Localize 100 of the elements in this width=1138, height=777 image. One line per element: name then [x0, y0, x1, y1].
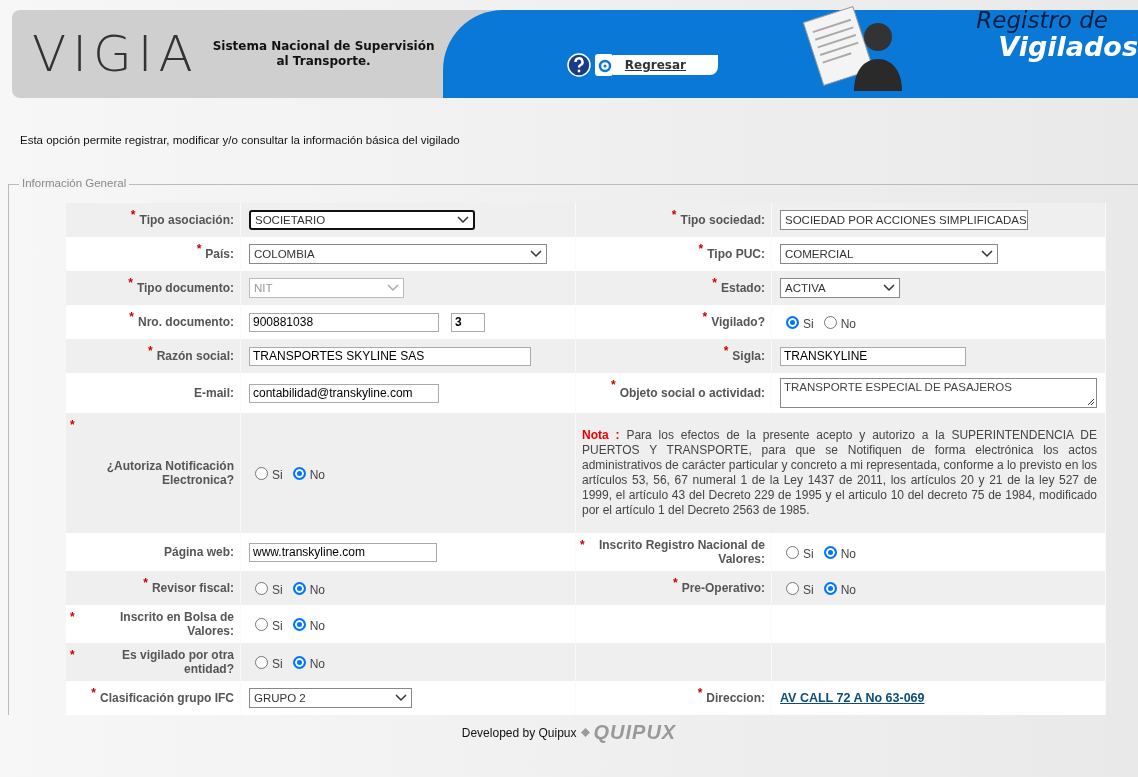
spiral-icon: [594, 54, 613, 76]
radio-button[interactable]: [823, 545, 837, 559]
text-field[interactable]: contabilidad@transkyline.com: [249, 383, 439, 403]
resize-grip-icon: [1087, 398, 1095, 406]
field-label: Es vigilado por otra entidad?: [120, 648, 234, 676]
field-label: Objeto social o actividad:: [619, 386, 765, 400]
required-mark: *: [712, 276, 717, 290]
radio-button[interactable]: [292, 617, 306, 631]
dropdown[interactable]: COLOMBIA: [249, 244, 547, 264]
required-mark: *: [697, 686, 703, 700]
radio-label: Si: [803, 546, 814, 561]
field-label: Revisor fiscal:: [151, 581, 234, 595]
field-label: Tipo PUC:: [707, 247, 765, 261]
field-label: País:: [205, 247, 234, 261]
required-mark: *: [129, 310, 134, 324]
field-label: Vigilado?: [711, 315, 765, 329]
required-mark: *: [143, 576, 148, 590]
section-legend: Información General: [19, 177, 130, 189]
description-text: Esta opción permite registrar, modificar y/o consultar la información básica del vigilado: [20, 134, 461, 146]
dropdown[interactable]: SOCIEDAD POR ACCIONES SIMPLIFICADAS: [780, 210, 1028, 230]
field-label: Direccion:: [706, 691, 765, 705]
help-icon[interactable]: [566, 53, 591, 77]
radio-button[interactable]: [786, 545, 799, 559]
required-mark: *: [196, 242, 202, 256]
required-mark: *: [70, 648, 75, 662]
chevron-down-icon: [395, 694, 407, 702]
radio-label: No: [840, 316, 856, 331]
field-label: Razón social:: [156, 349, 234, 363]
dropdown[interactable]: COMERCIAL: [780, 244, 998, 264]
required-mark: *: [610, 378, 616, 392]
required-mark: *: [70, 610, 75, 624]
text-field[interactable]: TRANSKYLINE: [780, 346, 966, 366]
text-field[interactable]: 900881038: [249, 312, 439, 332]
field-label: Inscrito Registro Nacional de Valores:: [597, 538, 765, 566]
chevron-down-icon: [457, 216, 469, 224]
required-mark: *: [128, 276, 133, 290]
radio-button[interactable]: [292, 655, 306, 669]
radio-button[interactable]: [255, 581, 268, 595]
required-mark: *: [70, 418, 75, 432]
banner-title: Vigilados: [998, 32, 1138, 62]
radio-button[interactable]: [786, 315, 799, 329]
chevron-down-icon: [981, 250, 993, 258]
required-mark: *: [698, 242, 704, 256]
note-paragraph: Nota : Para los efectos de la presente acepto y autorizo a la SUPERINTENDENCIA DE PUERTOS Y TRANSPORTE, para que se Notifiquen de forma electrónica los actos administrativos de carácter particular y concreto a mi representada, conforme a lo previsto en los artículos 53, 56, 67 numeral 1 de la Ley 1437 de 2011, los artículos 20 y 21 de la ley 527 de 1999, el artículo 43 del Decreto 229 de 1995 y el articulo 10 del decreto 75 de 1984, modificado por el artículo 1 del Decreto 2563 de 1985.: [582, 427, 1097, 519]
radio-button[interactable]: [292, 581, 306, 595]
text-field[interactable]: TRANSPORTES SKYLINE SAS: [249, 346, 531, 366]
required-mark: *: [130, 208, 136, 222]
field-label: Clasificación grupo IFC: [100, 691, 234, 705]
chevron-down-icon: [883, 284, 895, 292]
footer-logo: QUIPUX: [593, 721, 677, 744]
radio-button[interactable]: [786, 581, 799, 595]
required-mark: *: [672, 576, 678, 590]
radio-label: No: [840, 546, 856, 561]
required-mark: *: [580, 538, 585, 552]
field-label: Nro. documento:: [138, 315, 234, 329]
diamond-icon: [580, 728, 590, 737]
logo: VIGIA: [32, 25, 199, 83]
text-field[interactable]: www.transkyline.com: [249, 542, 437, 562]
required-mark: *: [147, 344, 153, 358]
system-name: Sistema Nacional de Supervisión al Transporte.: [212, 39, 435, 69]
check-digit-field[interactable]: 3: [451, 312, 485, 332]
dropdown[interactable]: GRUPO 2: [249, 688, 412, 708]
radio-label: Si: [272, 656, 283, 671]
chevron-down-icon: [530, 250, 542, 258]
radio-label: No: [840, 582, 856, 597]
dropdown[interactable]: SOCIETARIO: [249, 210, 475, 230]
field-label: Inscrito en Bolsa de Valores:: [118, 610, 234, 638]
field-label: Estado:: [721, 281, 765, 295]
chevron-down-icon: [387, 284, 399, 292]
radio-label: No: [309, 467, 325, 482]
field-label: Página web:: [164, 545, 234, 559]
radio-label: Si: [803, 316, 814, 331]
radio-label: No: [309, 656, 325, 671]
radio-button[interactable]: [255, 655, 268, 669]
address-link[interactable]: AV CALL 72 A No 63-069: [780, 691, 925, 705]
text-area[interactable]: TRANSPORTE ESPECIAL DE PASAJEROS: [780, 378, 1097, 408]
radio-button[interactable]: [255, 617, 268, 631]
field-label: Tipo asociación:: [139, 213, 234, 227]
radio-label: Si: [272, 582, 283, 597]
field-label: ¿Autoriza Notificación Electronica?: [105, 459, 234, 487]
radio-button[interactable]: [292, 466, 306, 480]
field-label: Sigla:: [732, 349, 765, 363]
required-mark: *: [671, 208, 677, 222]
radio-label: No: [309, 582, 325, 597]
back-link[interactable]: Regresar: [612, 55, 718, 75]
radio-label: Si: [272, 467, 283, 482]
required-mark: *: [702, 310, 708, 324]
footer-text: Developed by Quipux: [461, 725, 577, 740]
radio-label: Si: [803, 582, 814, 597]
field-label: Pre-Operativo:: [681, 581, 765, 595]
radio-button[interactable]: [823, 315, 837, 329]
radio-button[interactable]: [255, 466, 268, 480]
radio-button[interactable]: [823, 581, 837, 595]
required-mark: *: [723, 344, 729, 358]
banner-title: Registro de: [976, 8, 1109, 32]
dropdown[interactable]: ACTIVA: [780, 278, 900, 298]
radio-label: No: [309, 618, 325, 633]
field-label: Tipo documento:: [136, 281, 234, 295]
required-mark: *: [91, 686, 96, 700]
field-label: E-mail:: [194, 386, 234, 400]
